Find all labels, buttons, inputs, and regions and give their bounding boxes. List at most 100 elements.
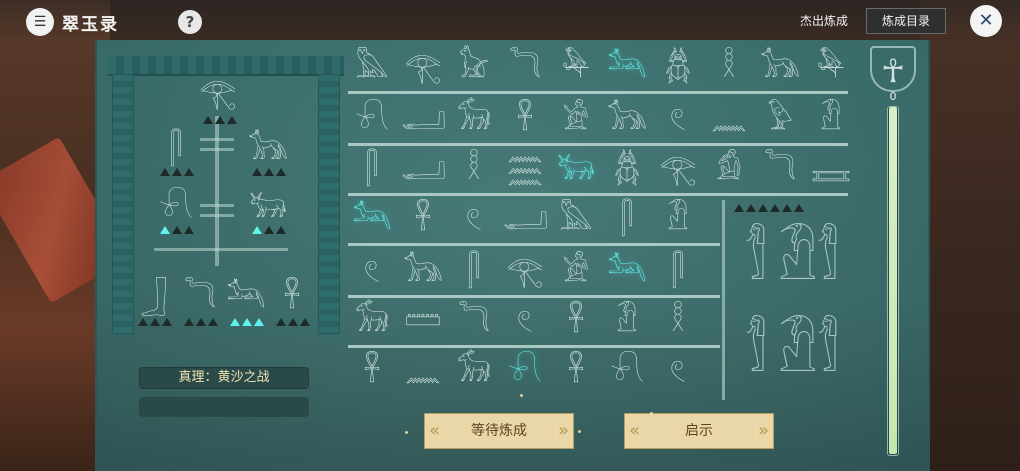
- help-button[interactable]: ?: [178, 10, 202, 34]
- glyph-tile[interactable]: 𓃠: [452, 46, 496, 90]
- node-slots: [203, 116, 237, 124]
- node-slots: [138, 318, 172, 326]
- glyph-tile[interactable]: 𓃥: [758, 46, 802, 90]
- tree-leaf-mummy[interactable]: 𓋹: [272, 278, 312, 318]
- glyph-tile[interactable]: 𓀀: [554, 250, 598, 294]
- glyph-tile[interactable]: 𓋹: [554, 350, 598, 394]
- glyph-tile[interactable]: 𓏲: [350, 250, 394, 294]
- glyph-tile[interactable]: 𓂀: [503, 250, 547, 294]
- tree-branch: [200, 148, 234, 151]
- glyph-tile[interactable]: 𓂀: [401, 46, 445, 90]
- glyph-tile[interactable]: 𓂝: [401, 98, 446, 142]
- grid-divider: [722, 200, 725, 400]
- background-right: [920, 0, 1020, 471]
- tree-node-ring[interactable]: 𓍯: [156, 188, 196, 228]
- glyph-tile[interactable]: 𓋴: [452, 250, 496, 294]
- background-left: [0, 0, 129, 471]
- glyph-tile[interactable]: 𓆣: [605, 148, 649, 192]
- glyph-tile[interactable]: 𓃢: [605, 250, 649, 294]
- await-alchemy-button[interactable]: 等待炼成: [424, 413, 574, 449]
- glyph-tile[interactable]: 𓏲: [656, 98, 700, 142]
- glyph-tile[interactable]: 𓎛: [656, 300, 700, 344]
- glyph-tile[interactable]: 𓋴: [605, 198, 649, 242]
- glyph-tile[interactable]: 𓀀: [554, 98, 598, 142]
- tree-node-bull[interactable]: 𓃒: [248, 188, 288, 228]
- tree-branch: [200, 204, 234, 207]
- glyph-tile[interactable]: 𓁟: [605, 300, 649, 344]
- glyph-tile[interactable]: 𓁟: [809, 98, 853, 142]
- tree-leaf-snake[interactable]: 𓆓: [180, 278, 220, 318]
- glyph-tile[interactable]: 𓆣: [656, 46, 700, 90]
- right-pillar: [318, 74, 340, 334]
- node-slots: [276, 318, 310, 326]
- glyph-tile[interactable]: 𓋹: [554, 300, 598, 344]
- glyph-tile[interactable]: 𓃒: [554, 148, 598, 192]
- hint-button[interactable]: 启示: [624, 413, 774, 449]
- node-slots: [184, 318, 218, 326]
- glyph-tile[interactable]: 𓂝: [503, 198, 548, 242]
- glyph-tile[interactable]: 𓂝: [401, 148, 446, 192]
- tree-node-eye[interactable]: 𓂀: [198, 74, 238, 114]
- glyph-tile[interactable]: 𓎛: [707, 46, 751, 90]
- glyph-tile[interactable]: 𓅆: [554, 46, 598, 90]
- glyph-tile[interactable]: 𓅓: [554, 198, 598, 242]
- glyph-tile[interactable]: 𓃘: [452, 98, 496, 142]
- tree-node-anubis[interactable]: 𓃥: [248, 130, 288, 170]
- mummy-figure: 𓀾: [816, 228, 840, 293]
- glyph-tile[interactable]: 𓃘: [452, 350, 496, 394]
- progress-fill: [889, 107, 897, 454]
- tree-leaf-anubis[interactable]: 𓃢: [226, 278, 266, 318]
- glyph-tile[interactable]: 𓃢: [605, 46, 649, 90]
- glyph-tile[interactable]: 𓅓: [350, 46, 394, 90]
- glyph-tile[interactable]: 𓏠: [401, 300, 445, 344]
- glyph-tile[interactable]: 𓋹: [350, 350, 394, 394]
- glyph-tile[interactable]: 𓆓: [452, 300, 496, 344]
- excellent-alchemy-link[interactable]: 杰出炼成: [800, 12, 848, 29]
- mummy-figure: 𓀾: [744, 320, 768, 385]
- glyph-tile[interactable]: 𓎛: [452, 148, 496, 192]
- app-title: 翠玉录: [62, 15, 119, 35]
- glyph-row: 𓋴𓂝𓎛𓈗𓃒𓆣𓂀𓀁𓆓𓈘: [348, 146, 851, 196]
- glyph-tile[interactable]: 𓃘: [350, 300, 394, 344]
- progress-value: 0: [889, 90, 897, 103]
- glyph-tile[interactable]: 𓋴: [656, 250, 700, 294]
- glyph-tile[interactable]: 𓅆: [809, 46, 853, 90]
- glyph-row: 𓍯𓂝𓃘𓋹𓀀𓃥𓏲𓈖𓅱𓁟: [348, 96, 848, 146]
- glyph-tile[interactable]: 𓃥: [605, 98, 649, 142]
- glyph-tile[interactable]: 𓅱: [758, 98, 802, 142]
- glyph-tile[interactable]: 𓆓: [503, 46, 547, 90]
- glyph-tile[interactable]: 𓍯: [350, 98, 394, 142]
- glyph-tile[interactable]: 𓁟: [656, 198, 700, 242]
- alchemy-catalog-button[interactable]: 炼成目录: [866, 8, 946, 34]
- glyph-tile[interactable]: 𓈘: [809, 148, 853, 192]
- sparkle: [578, 430, 581, 433]
- glyph-row: 𓏲𓃥𓋴𓂀𓀀𓃢𓋴: [348, 248, 720, 298]
- glyph-tile[interactable]: 𓈖: [401, 350, 445, 394]
- glyph-tile[interactable]: 𓀁: [707, 148, 751, 192]
- glyph-tile[interactable]: 𓂀: [656, 148, 700, 192]
- node-slots: [252, 226, 286, 234]
- glyph-tile[interactable]: 𓋹: [503, 98, 547, 142]
- glyph-tile[interactable]: 𓍯: [605, 350, 649, 394]
- node-slots: [252, 168, 286, 176]
- glyph-tile[interactable]: 𓆓: [758, 148, 802, 192]
- glyph-tile[interactable]: 𓏲: [452, 198, 496, 242]
- tree-node-feathers[interactable]: 𓋴: [156, 130, 196, 170]
- mummy-figure: 𓁟: [778, 320, 818, 385]
- glyph-tile[interactable]: 𓈖: [707, 98, 751, 142]
- sparkle: [520, 394, 523, 397]
- tree-branch: [200, 138, 234, 141]
- left-pillar: [112, 74, 134, 334]
- glyph-tile[interactable]: 𓃢: [350, 198, 394, 242]
- glyph-tile[interactable]: 𓏲: [656, 350, 700, 394]
- sparkle: [405, 431, 408, 434]
- glyph-tile[interactable]: 𓏲: [503, 300, 547, 344]
- glyph-tile[interactable]: 𓃥: [401, 250, 445, 294]
- close-button[interactable]: ✕: [970, 5, 1002, 37]
- glyph-tile[interactable]: 𓋹: [401, 198, 445, 242]
- glyph-tile[interactable]: 𓈗: [503, 148, 547, 192]
- glyph-row: 𓅓𓂀𓃠𓆓𓅆𓃢𓆣𓎛𓃥𓅆: [348, 44, 848, 94]
- glyph-tile[interactable]: 𓍯: [503, 350, 547, 394]
- tree-leaf-staff[interactable]: 𓃀: [134, 278, 174, 318]
- glyph-tile[interactable]: 𓋴: [350, 148, 394, 192]
